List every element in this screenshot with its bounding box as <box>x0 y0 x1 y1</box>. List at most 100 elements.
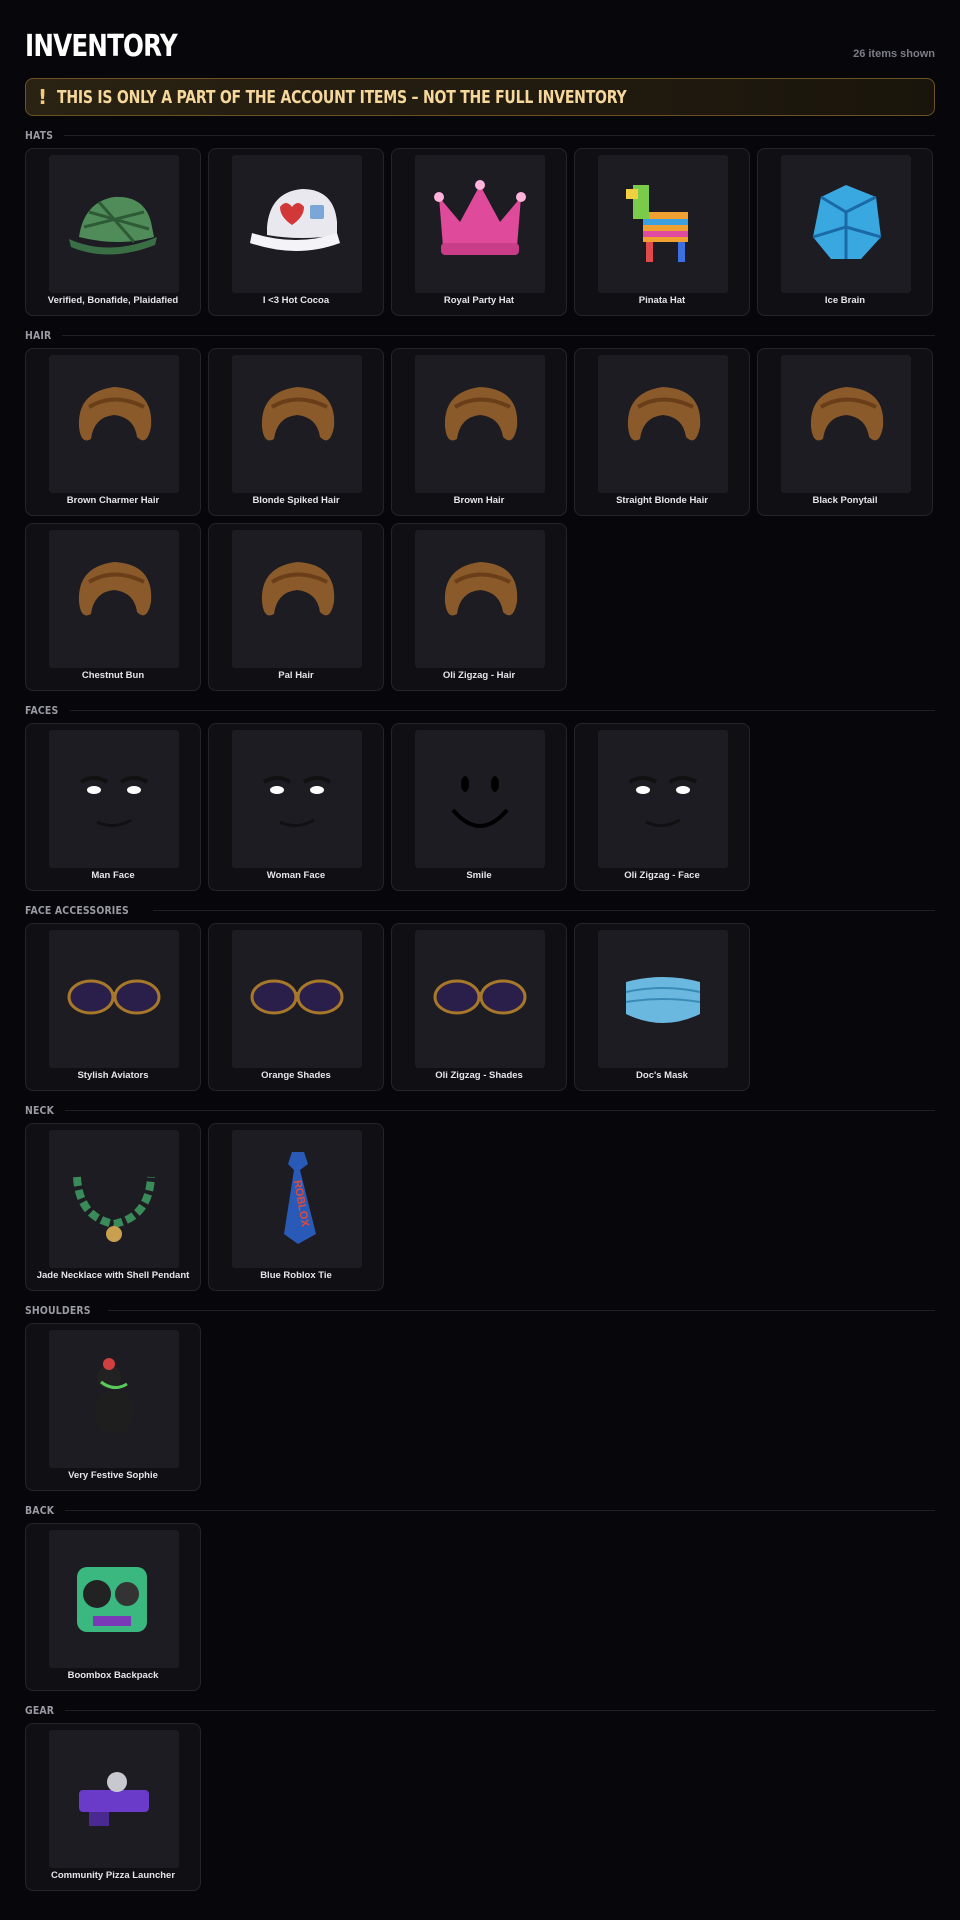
section-label: NECK <box>25 1103 55 1117</box>
inventory-page: INVENTORY 26 items shown ! THIS IS ONLY … <box>0 0 960 1920</box>
item-card[interactable]: Orange Shades <box>208 923 384 1091</box>
item-card[interactable]: ROBLOX Blue Roblox Tie <box>208 1123 384 1291</box>
item-thumbnail <box>415 530 545 668</box>
item-thumbnail <box>598 355 728 493</box>
item-card[interactable]: Ice Brain <box>757 148 933 316</box>
item-thumbnail <box>232 155 362 293</box>
item-card[interactable]: Smile <box>391 723 567 891</box>
item-thumbnail <box>49 1130 179 1268</box>
item-grid: Brown Charmer Hair Blonde Spiked Hair Brow… <box>25 348 935 691</box>
item-card[interactable]: Straight Blonde Hair <box>574 348 750 516</box>
hair-icon <box>59 367 169 482</box>
item-thumbnail <box>49 355 179 493</box>
section-header-back: BACK <box>25 1501 935 1519</box>
necklace-icon <box>59 1142 169 1257</box>
item-grid: Jade Necklace with Shell Pendant ROBLOX Bl… <box>25 1123 935 1291</box>
item-thumbnail <box>415 155 545 293</box>
item-thumbnail <box>49 1330 179 1468</box>
item-card[interactable]: Royal Party Hat <box>391 148 567 316</box>
item-thumbnail <box>232 930 362 1068</box>
item-name: Woman Face <box>266 870 326 881</box>
item-card[interactable]: Jade Necklace with Shell Pendant <box>25 1123 201 1291</box>
hair-icon <box>608 367 718 482</box>
item-card[interactable]: Black Ponytail <box>757 348 933 516</box>
item-card[interactable]: Doc's Mask <box>574 923 750 1091</box>
smile-icon <box>425 742 535 857</box>
hair-icon <box>425 367 535 482</box>
item-card[interactable]: Woman Face <box>208 723 384 891</box>
item-thumbnail <box>781 155 911 293</box>
item-name: Ice Brain <box>824 295 866 306</box>
tie-icon: ROBLOX <box>242 1142 352 1257</box>
item-card[interactable]: Oli Zigzag - Shades <box>391 923 567 1091</box>
item-name: Jade Necklace with Shell Pendant <box>36 1270 190 1281</box>
warning-banner: ! THIS IS ONLY A PART OF THE ACCOUNT ITE… <box>25 78 935 116</box>
section-label: FACES <box>25 703 59 717</box>
item-card[interactable]: Oli Zigzag - Hair <box>391 523 567 691</box>
item-name: Smile <box>466 870 492 881</box>
dog-icon <box>59 1342 169 1457</box>
item-count: 26 items shown <box>853 48 935 60</box>
item-name: Stylish Aviators <box>77 1070 149 1081</box>
section-label: GEAR <box>25 1703 55 1717</box>
item-card[interactable]: Very Festive Sophie <box>25 1323 201 1491</box>
section-header-hats: HATS <box>25 126 935 144</box>
section-divider <box>65 1709 935 1711</box>
item-card[interactable]: Community Pizza Launcher <box>25 1723 201 1891</box>
plaid-cap-icon <box>59 167 169 282</box>
item-name: Oli Zigzag - Shades <box>435 1070 523 1081</box>
section-divider <box>108 1309 935 1311</box>
item-card[interactable]: Pinata Hat <box>574 148 750 316</box>
item-card[interactable]: Pal Hair <box>208 523 384 691</box>
boombox-icon <box>59 1542 169 1657</box>
section-divider <box>62 334 935 336</box>
section-label: SHOULDERS <box>25 1303 91 1317</box>
header: INVENTORY 26 items shown <box>25 0 935 62</box>
section-divider <box>64 134 935 136</box>
item-thumbnail <box>415 730 545 868</box>
glasses-icon <box>425 942 535 1057</box>
item-name: Oli Zigzag - Face <box>624 870 700 881</box>
item-name: Pal Hair <box>278 670 314 681</box>
hair-icon <box>791 367 901 482</box>
item-thumbnail <box>49 930 179 1068</box>
hair-icon <box>242 367 352 482</box>
mask-icon <box>608 942 718 1057</box>
item-card[interactable]: Brown Hair <box>391 348 567 516</box>
item-grid: Community Pizza Launcher <box>25 1723 935 1891</box>
item-thumbnail: ROBLOX <box>232 1130 362 1268</box>
item-card[interactable]: Stylish Aviators <box>25 923 201 1091</box>
face-icon <box>608 742 718 857</box>
item-name: Black Ponytail <box>812 495 878 506</box>
section-divider <box>153 909 935 911</box>
section-header-shoulders: SHOULDERS <box>25 1301 935 1319</box>
item-thumbnail <box>232 355 362 493</box>
section-label: BACK <box>25 1503 55 1517</box>
item-name: Boombox Backpack <box>67 1670 159 1681</box>
item-thumbnail <box>232 730 362 868</box>
section-header-neck: NECK <box>25 1101 935 1119</box>
crown-icon <box>425 167 535 282</box>
item-thumbnail <box>232 530 362 668</box>
section-header-face-accessories: FACE ACCESSORIES <box>25 901 935 919</box>
item-card[interactable]: Brown Charmer Hair <box>25 348 201 516</box>
item-thumbnail <box>598 730 728 868</box>
item-card[interactable]: Boombox Backpack <box>25 1523 201 1691</box>
face-icon <box>242 742 352 857</box>
item-card[interactable]: Verified, Bonafide, Plaidafied <box>25 148 201 316</box>
item-name: Oli Zigzag - Hair <box>442 670 516 681</box>
item-card[interactable]: Blonde Spiked Hair <box>208 348 384 516</box>
item-name: Blonde Spiked Hair <box>252 495 340 506</box>
launcher-icon <box>59 1742 169 1857</box>
warning-icon: ! <box>38 85 48 109</box>
item-card[interactable]: I <3 Hot Cocoa <box>208 148 384 316</box>
section-label: FACE ACCESSORIES <box>25 903 129 917</box>
glasses-icon <box>242 942 352 1057</box>
item-grid: Stylish Aviators Orange Shades Oli Zigzag … <box>25 923 935 1091</box>
section-header-gear: GEAR <box>25 1701 935 1719</box>
section-label: HAIR <box>25 328 52 342</box>
item-card[interactable]: Chestnut Bun <box>25 523 201 691</box>
item-name: I <3 Hot Cocoa <box>262 295 330 306</box>
item-card[interactable]: Man Face <box>25 723 201 891</box>
item-card[interactable]: Oli Zigzag - Face <box>574 723 750 891</box>
